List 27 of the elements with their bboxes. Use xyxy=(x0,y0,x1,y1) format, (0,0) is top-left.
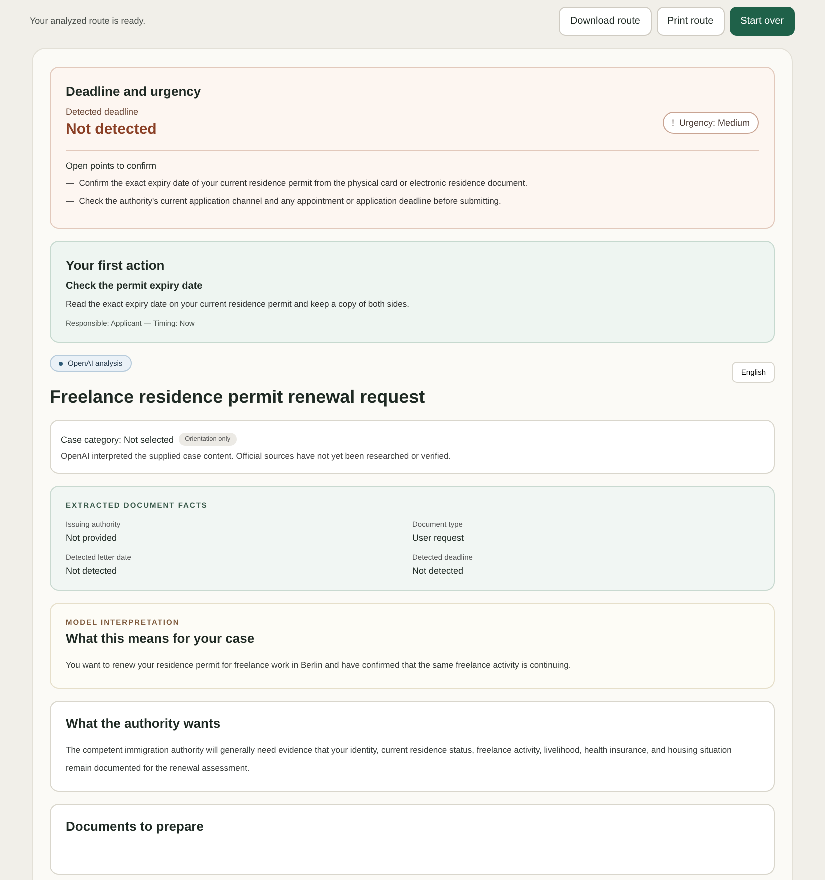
deadline-value: Not detected xyxy=(66,121,157,138)
card-title: What this means for your case xyxy=(66,631,256,646)
action-title: Check the permit expiry date xyxy=(66,281,204,292)
field-label: Detected deadline xyxy=(66,107,140,117)
card-title: Deadline and urgency xyxy=(66,84,202,99)
authority-text: The competent immigration authority will generally need evidence that your identity, current residence status, freelance activity, livelihood, health insurance, and housing situation remain documented for the renewal assessment. xyxy=(66,744,733,775)
fact-value: Not detected xyxy=(412,566,465,576)
card-title: Your first action xyxy=(66,258,166,273)
card-title: Documents to prepare xyxy=(66,819,205,834)
fact-value: Not detected xyxy=(66,566,118,576)
category-label: Case category: Not selected xyxy=(61,434,174,444)
open-point-item: — Confirm the exact expiry date of your current residence permit from the physical card or electronic residence document. xyxy=(66,178,529,188)
fact-value: Not provided xyxy=(66,533,118,543)
card-title: What the authority wants xyxy=(66,716,222,731)
print-button[interactable]: Print route xyxy=(656,6,725,36)
status-message: Your analyzed route is ready. xyxy=(30,16,146,26)
section-label: Open points to confirm xyxy=(66,161,158,171)
fact-value: User request xyxy=(412,533,466,543)
download-button[interactable]: Download route xyxy=(559,6,652,36)
dot-icon xyxy=(59,362,63,366)
case-title: Freelance residence permit renewal request xyxy=(50,387,426,408)
interpretation-text: You want to renew your residence permit for freelance work in Berlin and have confirmed that the same freelance activity is continuing. xyxy=(66,659,572,672)
category-note: OpenAI interpreted the supplied case content. Official sources have not yet been researched or verified. xyxy=(61,451,452,461)
start-over-button[interactable]: Start over xyxy=(730,6,795,36)
open-point-item: — Check the authority's current application channel and any appointment or application deadline before submitting. xyxy=(66,196,502,206)
urgency-badge: ! Urgency: Medium xyxy=(662,112,759,134)
action-description: Read the exact expiry date on your current residence permit and keep a copy of both sides. xyxy=(66,299,411,309)
